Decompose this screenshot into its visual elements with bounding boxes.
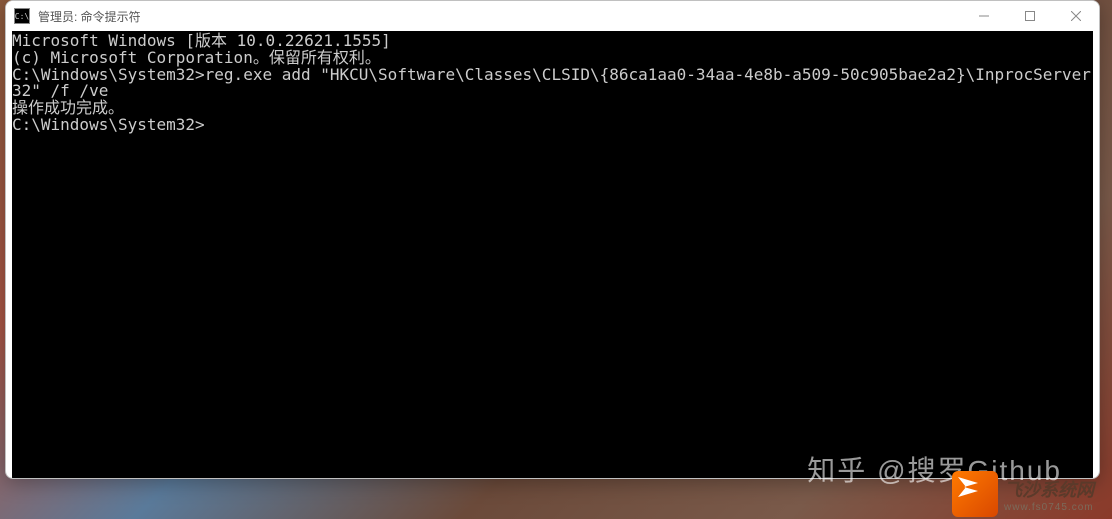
feisha-main: 飞沙系统网 <box>1004 476 1094 502</box>
close-button[interactable] <box>1053 1 1099 31</box>
cmd-icon: C:\ <box>14 8 30 24</box>
minimize-icon <box>979 11 989 21</box>
minimize-button[interactable] <box>961 1 1007 31</box>
terminal-output[interactable]: Microsoft Windows [版本 10.0.22621.1555](c… <box>12 31 1093 478</box>
titlebar[interactable]: C:\ 管理员: 命令提示符 <box>6 1 1099 31</box>
maximize-icon <box>1025 11 1035 21</box>
window-title: 管理员: 命令提示符 <box>38 8 141 25</box>
close-icon <box>1071 11 1081 21</box>
terminal-line: C:\Windows\System32>reg.exe add "HKCU\So… <box>12 67 1093 101</box>
feisha-sub: www.fs0745.com <box>1004 502 1094 513</box>
window-controls <box>961 1 1099 31</box>
terminal-prompt: C:\Windows\System32> <box>12 117 1093 134</box>
cmd-window: C:\ 管理员: 命令提示符 Microsoft Windows [版本 10.… <box>5 0 1100 479</box>
maximize-button[interactable] <box>1007 1 1053 31</box>
feisha-text: 飞沙系统网 www.fs0745.com <box>1004 476 1094 513</box>
